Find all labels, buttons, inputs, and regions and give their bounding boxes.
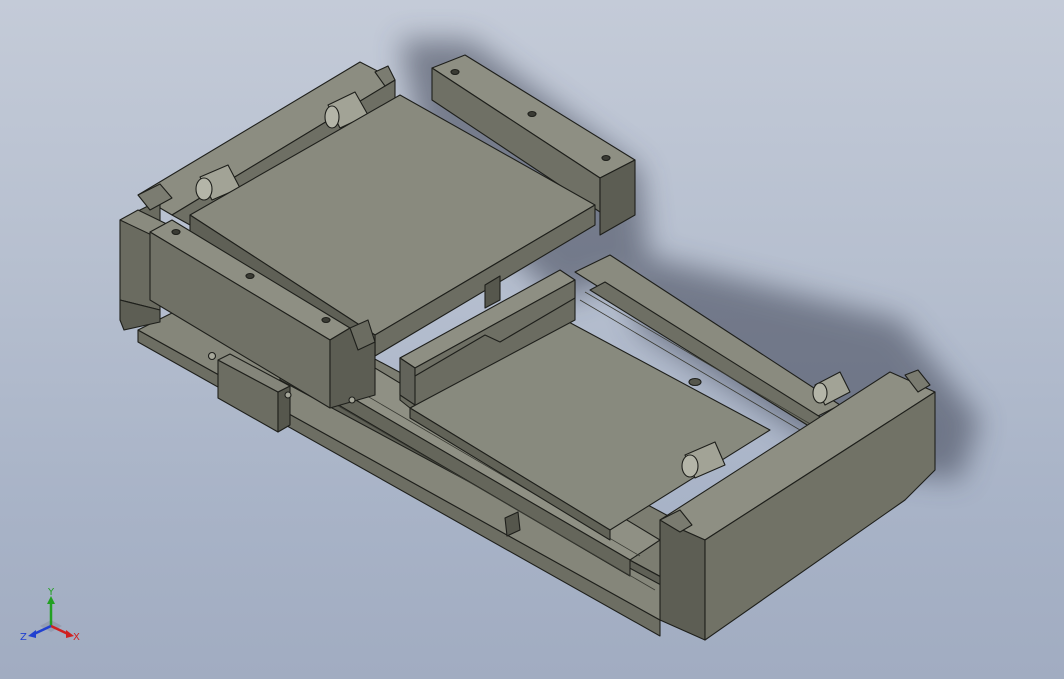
right-endblock-front xyxy=(659,519,706,641)
screw-hole xyxy=(527,110,537,118)
screw-hole xyxy=(601,154,611,162)
triad-x-label: X xyxy=(73,632,80,643)
triad-y-label: Y xyxy=(47,587,55,598)
triad-z-label: Z xyxy=(20,632,27,643)
fastener xyxy=(348,396,356,404)
triad-axes xyxy=(28,596,74,638)
screw-hole xyxy=(321,316,331,324)
fastener xyxy=(207,351,217,361)
screw-hole xyxy=(245,272,255,280)
linear-stage-model[interactable] xyxy=(0,0,1064,679)
screw-hole xyxy=(171,228,181,236)
coordinate-triad[interactable]: Y X Z xyxy=(18,586,84,648)
z-axis-arrow xyxy=(28,630,36,638)
lower-plate-hole xyxy=(688,377,702,387)
screw-hole xyxy=(450,68,460,76)
cad-viewport[interactable]: Y X Z xyxy=(0,0,1064,679)
fastener xyxy=(284,391,292,399)
